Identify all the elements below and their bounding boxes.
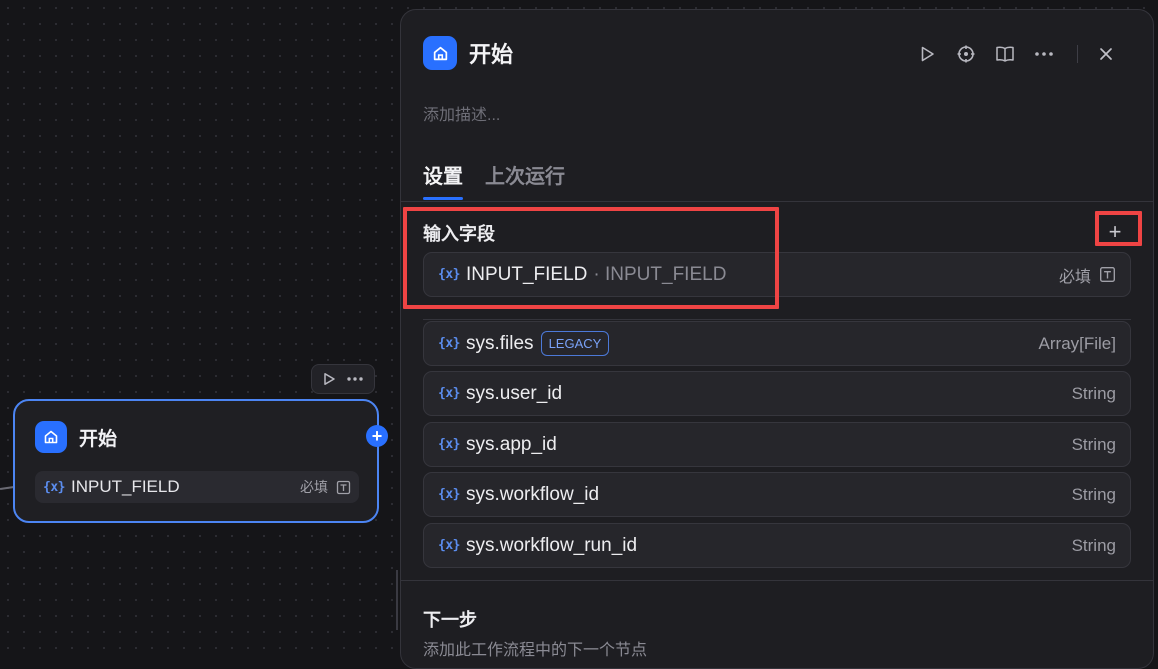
next-step-divider [401, 580, 1153, 581]
close-panel-button[interactable] [1092, 40, 1120, 68]
canvas-edge-line [396, 570, 398, 630]
node-header: 开始 [35, 421, 117, 453]
sys-var-type: String [1071, 434, 1116, 454]
sys-var-row[interactable]: {x} sys.user_id String [423, 371, 1131, 416]
panel-badge [423, 36, 457, 70]
node-badge [35, 421, 67, 453]
field-name: INPUT_FIELD [465, 263, 588, 285]
help-docs-button[interactable] [991, 40, 1019, 68]
sys-var-row[interactable]: {x} sys.files LEGACY Array[File] [423, 321, 1131, 366]
variable-icon: {x} [438, 386, 460, 401]
description-input[interactable]: 添加描述... [423, 101, 500, 125]
sys-var-name: sys.files [465, 332, 534, 354]
sys-var-type: String [1071, 484, 1116, 504]
legacy-badge: LEGACY [540, 331, 610, 356]
panel-toolbar [913, 40, 1131, 68]
node-settings-panel: 开始 添加描述... 设置 上次运行 输入字段 + {x} INPUT_FIEL… [400, 9, 1154, 669]
variable-icon: {x} [438, 267, 460, 282]
sys-var-row[interactable]: {x} sys.workflow_run_id String [423, 523, 1131, 568]
home-icon [433, 46, 447, 60]
panel-tabs: 设置 上次运行 [423, 160, 587, 200]
play-icon [921, 46, 934, 62]
add-input-field-button[interactable]: + [1101, 219, 1129, 245]
node-more-button[interactable] [346, 372, 364, 386]
sys-var-row[interactable]: {x} sys.app_id String [423, 422, 1131, 467]
sys-var-row[interactable]: {x} sys.workflow_id String [423, 472, 1131, 517]
sys-var-type: String [1071, 535, 1116, 555]
panel-title[interactable]: 开始 [469, 37, 513, 69]
node-field-meta: 必填 [300, 477, 351, 497]
sys-var-name: sys.user_id [465, 382, 563, 404]
next-step-title: 下一步 [423, 610, 477, 630]
section-divider [423, 319, 1131, 320]
close-icon [1100, 48, 1112, 60]
sys-var-name: sys.workflow_run_id [465, 534, 638, 556]
start-node[interactable]: 开始 {x} INPUT_FIELD 必填 [13, 399, 379, 523]
text-type-icon [336, 480, 351, 494]
variable-icon: {x} [438, 336, 460, 351]
node-toolbar [311, 364, 375, 394]
crosshair-icon [957, 45, 975, 63]
play-icon [324, 373, 335, 385]
next-step-description: 添加此工作流程中的下一个节点 [423, 642, 648, 659]
variable-icon: {x} [43, 479, 65, 495]
node-title: 开始 [79, 428, 118, 450]
run-node-button[interactable] [913, 40, 941, 68]
field-meta: 必填 [1059, 263, 1116, 287]
sys-var-name: sys.app_id [465, 433, 557, 455]
required-label: 必填 [1058, 268, 1091, 286]
text-type-icon [1100, 267, 1115, 282]
locate-node-button[interactable] [952, 40, 980, 68]
node-field-name: INPUT_FIELD [70, 477, 180, 496]
more-icon [347, 377, 363, 381]
required-label: 必填 [300, 479, 328, 495]
sys-var-name: sys.workflow_id [465, 483, 600, 505]
variable-icon: {x} [438, 437, 460, 452]
more-icon [1035, 52, 1053, 56]
add-next-node-button[interactable]: + [366, 425, 388, 447]
field-alias: · INPUT_FIELD [593, 263, 727, 285]
tabs-divider [401, 201, 1153, 202]
node-input-field[interactable]: {x} INPUT_FIELD 必填 [35, 471, 359, 503]
tab-last-run[interactable]: 上次运行 [485, 160, 565, 200]
input-field-row[interactable]: {x} INPUT_FIELD · INPUT_FIELD 必填 [423, 252, 1131, 297]
home-icon [44, 430, 58, 444]
variable-icon: {x} [438, 487, 460, 502]
more-options-button[interactable] [1030, 40, 1058, 68]
sys-var-type: Array[File] [1038, 333, 1116, 353]
variable-icon: {x} [438, 538, 460, 553]
sys-var-type: String [1071, 383, 1116, 403]
toolbar-divider [1077, 45, 1078, 63]
node-run-button[interactable] [322, 372, 336, 386]
input-fields-title: 输入字段 [423, 224, 495, 244]
panel-header: 开始 [423, 36, 513, 70]
book-icon [996, 46, 1014, 62]
tab-settings[interactable]: 设置 [423, 160, 463, 200]
